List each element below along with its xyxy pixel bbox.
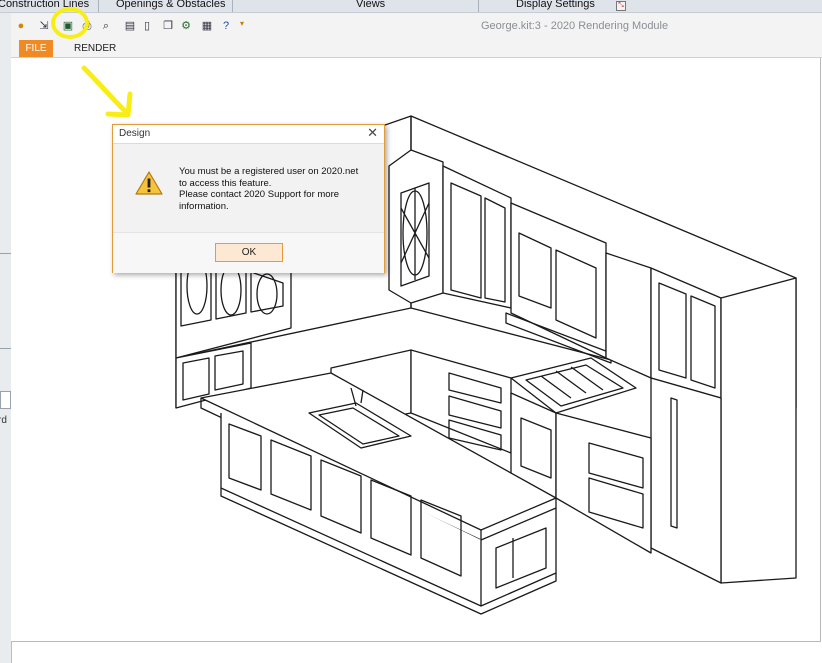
- warning-icon: [135, 171, 163, 195]
- annotation-arrow: [81, 65, 133, 118]
- copy-icon[interactable]: ❐: [161, 19, 175, 33]
- film-icon[interactable]: ▦: [200, 19, 214, 33]
- message-line: to access this feature.: [179, 177, 272, 189]
- overflow-icon[interactable]: ▾: [240, 19, 244, 28]
- panel-divider: [0, 348, 11, 349]
- panel-field[interactable]: [0, 391, 11, 409]
- app-menu-icon[interactable]: ●: [14, 19, 28, 33]
- message-line: information.: [179, 200, 229, 212]
- ok-button[interactable]: OK: [215, 243, 283, 262]
- settings-icon[interactable]: ⚙: [179, 19, 193, 33]
- preview-icon[interactable]: ▤: [123, 19, 137, 33]
- design-dialog: Design ✕ You must be a registered user o…: [112, 124, 385, 273]
- panel-divider: [0, 253, 11, 254]
- zoom-icon[interactable]: ⌕: [99, 19, 113, 33]
- message-line: You must be a registered user on 2020.ne…: [179, 166, 359, 177]
- dialog-body: You must be a registered user on 2020.ne…: [113, 144, 384, 232]
- ribbon-tabs: FILE RENDER: [11, 40, 822, 58]
- page-icon[interactable]: ▯: [140, 19, 154, 33]
- tab-separator: [232, 0, 233, 12]
- highlight-circle: [51, 7, 89, 39]
- tab-display-settings[interactable]: Display Settings: [516, 0, 595, 10]
- tab-separator: [478, 0, 479, 12]
- window-title: George.kit:3 - 2020 Rendering Module: [481, 20, 669, 32]
- dialog-launcher-icon[interactable]: ⤡: [616, 1, 626, 11]
- dialog-title: Design: [119, 128, 151, 139]
- help-icon[interactable]: ?: [219, 19, 233, 33]
- dialog-footer: OK: [113, 232, 384, 273]
- tab-views[interactable]: Views: [356, 0, 385, 10]
- parent-ribbon-strip: Construction Lines Openings & Obstacles …: [0, 0, 822, 13]
- dialog-message: You must be a registered user on 2020.ne…: [179, 166, 375, 212]
- tab-file[interactable]: FILE: [19, 40, 53, 57]
- quick-access-toolbar: ● ⇲ ▾ ▣ ⎙ ⌕ ▤ ▯ ❐ ⚙ ▦ ? ▾ George.kit:3 -…: [11, 13, 822, 40]
- close-icon[interactable]: ✕: [367, 126, 378, 140]
- tab-openings-obstacles[interactable]: Openings & Obstacles: [116, 0, 225, 10]
- tab-separator: [98, 0, 99, 12]
- tab-render[interactable]: RENDER: [74, 40, 116, 57]
- panel-fragment-label: rd: [0, 415, 7, 426]
- dialog-titlebar: Design ✕: [113, 125, 384, 144]
- message-line: Please contact 2020 Support for more: [179, 189, 340, 200]
